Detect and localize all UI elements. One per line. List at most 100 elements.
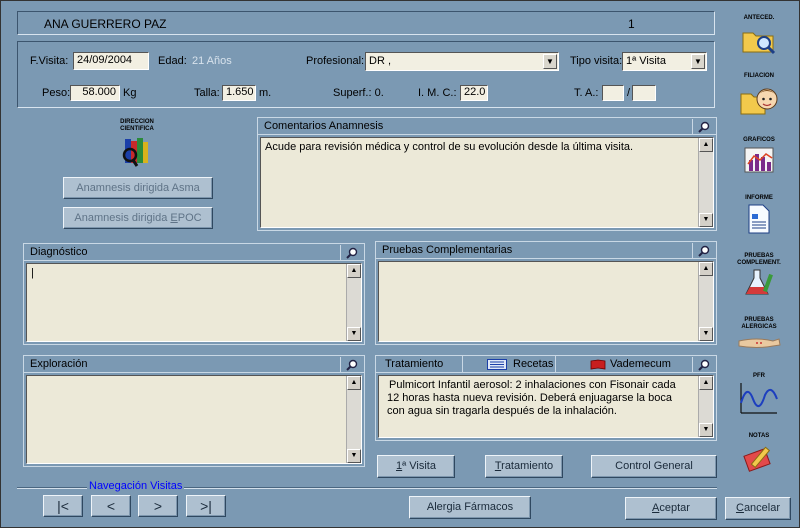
tab-vademecum-label: Vademecum: [610, 358, 671, 370]
talla-label: Talla:: [194, 87, 220, 99]
sidebar-item-graficos[interactable]: GRAFICOS: [733, 137, 785, 177]
diagnostico-scrollbar[interactable]: ▲ ▼: [346, 264, 361, 341]
tab-recetas[interactable]: Recetas: [462, 356, 556, 373]
comentarios-header: Comentarios Anamnesis: [258, 118, 716, 135]
profesional-value: DR ,: [369, 55, 391, 67]
scroll-up-icon[interactable]: ▲: [699, 376, 713, 390]
sidebar-item-pruebas-complement[interactable]: PRUEBAS COMPLEMENT.: [731, 253, 787, 301]
nav-last-button[interactable]: >|: [186, 495, 226, 517]
sidebar-item-informe[interactable]: INFORME: [733, 195, 785, 237]
search-icon[interactable]: [340, 245, 362, 260]
scroll-up-icon[interactable]: ▲: [347, 264, 361, 278]
fvisita-field[interactable]: 24/09/2004: [73, 52, 149, 70]
books-magnifier-icon: [122, 138, 148, 167]
aceptar-button[interactable]: Aceptar: [625, 497, 717, 520]
search-icon[interactable]: [692, 243, 714, 258]
cancelar-button[interactable]: Cancelar: [725, 497, 791, 520]
search-icon[interactable]: [692, 357, 714, 372]
arm-icon: [738, 338, 781, 348]
tratamiento-title: Tratamiento: [385, 358, 444, 370]
navegacion-title: Navegación Visitas: [87, 480, 185, 492]
scroll-up-icon[interactable]: ▲: [699, 262, 713, 276]
sidebar-item-pruebas-alergicas[interactable]: PRUEBAS ALERGICAS: [731, 317, 787, 359]
comentarios-text: Acude para revisión médica y control de …: [265, 141, 634, 153]
pruebas-scrollbar[interactable]: ▲ ▼: [698, 262, 713, 341]
anamnesis-asma-button[interactable]: Anamnesis dirigida Asma: [63, 177, 213, 199]
document-icon: [748, 204, 770, 234]
visit-data-box: F.Visita: 24/09/2004 Edad: 21 Años Profe…: [17, 41, 715, 108]
chevron-down-icon[interactable]: ▼: [543, 54, 557, 69]
tratamiento-button[interactable]: Tratamiento: [485, 455, 563, 478]
exploracion-textarea[interactable]: ▲ ▼: [26, 375, 362, 464]
tratamiento-panel: Tratamiento Recetas Vademecum Pulmicort …: [375, 355, 717, 441]
ta-diastolic-field[interactable]: [632, 85, 656, 101]
nav-prev-button[interactable]: <: [91, 495, 131, 517]
profesional-select[interactable]: DR , ▼: [365, 52, 559, 71]
flask-icon: [745, 269, 773, 295]
exploracion-scrollbar[interactable]: ▲ ▼: [346, 376, 361, 463]
peso-field[interactable]: 58.000: [70, 85, 120, 101]
pruebas-textarea[interactable]: ▲ ▼: [378, 261, 714, 342]
primera-visita-button[interactable]: 1ª Visita: [377, 455, 455, 478]
sidebar-label-notas: NOTAS: [748, 433, 770, 439]
patient-name: ANA GUERRERO PAZ: [44, 17, 167, 31]
diagnostico-title: Diagnóstico: [30, 246, 88, 258]
sidebar-label-graficos: GRAFICOS: [743, 137, 775, 143]
diagnostico-header: Diagnóstico: [24, 244, 364, 261]
scroll-up-icon[interactable]: ▲: [699, 138, 713, 152]
ta-label: T. A.:: [574, 87, 599, 99]
scroll-down-icon[interactable]: ▼: [699, 423, 713, 437]
edad-value: 21 Años: [192, 55, 232, 67]
anamnesis-epoc-button[interactable]: Anamnesis dirigida EPOC: [63, 207, 213, 229]
sidebar-item-pfr[interactable]: PFR: [733, 373, 785, 419]
edad-label: Edad:: [158, 55, 187, 67]
scroll-down-icon[interactable]: ▼: [347, 327, 361, 341]
patient-header: ANA GUERRERO PAZ 1: [17, 11, 715, 35]
ta-systolic-field[interactable]: [602, 85, 624, 101]
cancelar-label: ancelar: [743, 502, 781, 514]
sidebar-label-alergicas-2: ALERGICAS: [741, 324, 777, 330]
diagnostico-text: |: [31, 267, 34, 279]
sidebar-item-filiacion[interactable]: FILIACION: [733, 73, 785, 119]
scroll-down-icon[interactable]: ▼: [347, 449, 361, 463]
direccion-cientifica[interactable]: DIRECCION CIENTIFICA: [109, 119, 165, 173]
scroll-down-icon[interactable]: ▼: [699, 327, 713, 341]
tratamiento-scrollbar[interactable]: ▲ ▼: [698, 376, 713, 437]
sidebar-label-anteced: ANTECED.: [743, 15, 775, 21]
sidebar-item-notas[interactable]: NOTAS: [733, 433, 785, 477]
tratamiento-header: Tratamiento Recetas Vademecum: [376, 356, 716, 373]
diagnostico-textarea[interactable]: | ▲ ▼: [26, 263, 362, 342]
comentarios-textarea[interactable]: Acude para revisión médica y control de …: [260, 137, 714, 228]
search-icon[interactable]: [692, 119, 714, 134]
sidebar-label-filiacion: FILIACION: [744, 73, 774, 79]
sidebar-item-anteced[interactable]: ANTECED.: [733, 15, 785, 59]
primera-visita-label: ª Visita: [402, 460, 436, 472]
talla-unit: m.: [259, 87, 272, 99]
nav-last-label: >|: [200, 498, 212, 514]
tab-vademecum[interactable]: Vademecum: [556, 356, 686, 373]
control-general-button[interactable]: Control General: [591, 455, 717, 478]
chevron-down-icon[interactable]: ▼: [691, 54, 705, 69]
main-window: ANA GUERRERO PAZ 1 F.Visita: 24/09/2004 …: [0, 0, 800, 528]
ta-separator: /: [627, 87, 631, 99]
nav-next-button[interactable]: >: [138, 495, 178, 517]
folder-person-icon: [740, 88, 778, 115]
scroll-down-icon[interactable]: ▼: [699, 213, 713, 227]
sidebar-label-pfr: PFR: [753, 373, 765, 379]
exploracion-header: Exploración: [24, 356, 364, 373]
talla-field[interactable]: 1.650: [222, 85, 256, 101]
nav-first-label: |<: [57, 498, 69, 514]
scroll-up-icon[interactable]: ▲: [347, 376, 361, 390]
waveform-icon: [740, 383, 778, 414]
tipo-visita-select[interactable]: 1ª Visita ▼: [622, 52, 707, 71]
direccion-label-2: CIENTIFICA: [120, 126, 154, 132]
alergia-farmacos-label: Alergia Fármacos: [426, 501, 514, 513]
tratamiento-textarea[interactable]: Pulmicort Infantil aerosol: 2 inhalacion…: [378, 375, 714, 438]
pruebas-header: Pruebas Complementarias: [376, 242, 716, 259]
search-icon[interactable]: [340, 357, 362, 372]
nav-first-button[interactable]: |<: [43, 495, 83, 517]
alergia-farmacos-button[interactable]: Alergia Fármacos: [409, 496, 531, 519]
aceptar-label: ceptar: [659, 502, 690, 514]
comentarios-scrollbar[interactable]: ▲ ▼: [698, 138, 713, 227]
imc-field[interactable]: 22.0: [460, 85, 488, 101]
